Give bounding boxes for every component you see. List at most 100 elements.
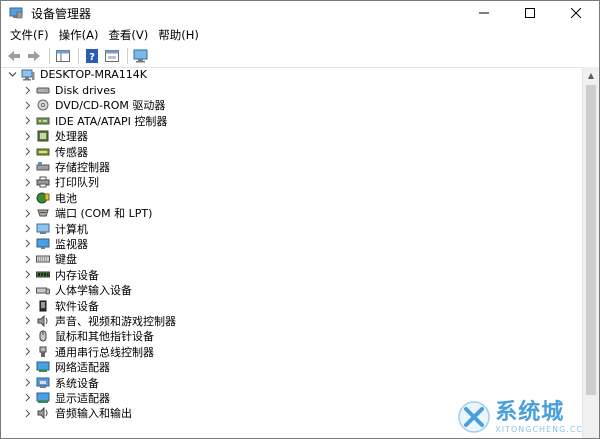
tree-item[interactable]: 监视器 bbox=[1, 236, 583, 251]
scroll-up-icon[interactable]: ▲ bbox=[583, 67, 599, 83]
disk-drive-icon bbox=[36, 84, 50, 96]
tree-item-label: 端口 (COM 和 LPT) bbox=[55, 207, 153, 221]
chevron-right-icon[interactable] bbox=[22, 162, 32, 172]
help-icon: ? bbox=[86, 49, 98, 63]
title-bar[interactable]: 设备管理器 bbox=[1, 1, 599, 25]
tree-item[interactable]: 传感器 bbox=[1, 144, 583, 159]
menu-help[interactable]: 帮助(H) bbox=[153, 25, 204, 45]
usb-icon bbox=[36, 346, 50, 358]
system-device-icon bbox=[36, 377, 50, 389]
scan-hardware-icon bbox=[133, 49, 148, 63]
chevron-right-icon[interactable] bbox=[22, 378, 32, 388]
memory-icon bbox=[36, 269, 50, 281]
device-manager-window: 设备管理器 文件(F) 操作(A) 查看(V) 帮助(H) ? DESKTOP-… bbox=[0, 0, 600, 439]
vertical-scrollbar[interactable]: ▲ bbox=[582, 67, 599, 438]
menu-file[interactable]: 文件(F) bbox=[5, 25, 54, 45]
tree-item[interactable]: 端口 (COM 和 LPT) bbox=[1, 206, 583, 221]
watermark-en: XITONGCHENG.CC bbox=[495, 424, 583, 434]
close-button[interactable] bbox=[553, 1, 599, 25]
chevron-right-icon[interactable] bbox=[22, 285, 32, 295]
tree-item[interactable]: 内存设备 bbox=[1, 267, 583, 282]
tree-item[interactable]: 电池 bbox=[1, 190, 583, 205]
chevron-right-icon[interactable] bbox=[22, 224, 32, 234]
properties-button[interactable] bbox=[103, 47, 121, 65]
properties-icon bbox=[105, 50, 119, 62]
tree-item[interactable]: 处理器 bbox=[1, 129, 583, 144]
tree-item-label: 网络适配器 bbox=[55, 361, 110, 375]
sensor-icon bbox=[36, 146, 50, 158]
chevron-right-icon[interactable] bbox=[22, 116, 32, 126]
tree-item-label: 系统设备 bbox=[55, 376, 99, 390]
menu-view[interactable]: 查看(V) bbox=[103, 25, 153, 45]
tree-item-label: 计算机 bbox=[55, 222, 88, 236]
scan-hardware-button[interactable] bbox=[132, 47, 150, 65]
scrollbar-thumb[interactable] bbox=[586, 85, 596, 395]
chevron-right-icon[interactable] bbox=[22, 347, 32, 357]
tree-item-label: 内存设备 bbox=[55, 268, 99, 282]
chevron-right-icon[interactable] bbox=[22, 177, 32, 187]
minimize-icon bbox=[479, 12, 489, 14]
chevron-right-icon[interactable] bbox=[22, 239, 32, 249]
device-tree: DESKTOP-MRA114K Disk drives DVD/CD-ROM 驱… bbox=[1, 67, 583, 438]
tree-item[interactable]: IDE ATA/ATAPI 控制器 bbox=[1, 113, 583, 128]
chevron-down-icon[interactable] bbox=[7, 70, 17, 80]
show-hide-console-tree-button[interactable] bbox=[54, 47, 72, 65]
keyboard-icon bbox=[36, 253, 50, 265]
close-icon bbox=[571, 8, 581, 18]
help-button[interactable]: ? bbox=[83, 47, 101, 65]
tree-item[interactable]: 系统设备 bbox=[1, 375, 583, 390]
chevron-right-icon[interactable] bbox=[22, 85, 32, 95]
tree-item[interactable]: 存储控制器 bbox=[1, 159, 583, 174]
tree-item-label: 打印队列 bbox=[55, 176, 99, 190]
tree-item-label: 声音、视频和游戏控制器 bbox=[55, 314, 176, 328]
chevron-right-icon[interactable] bbox=[22, 147, 32, 157]
tree-item-label: 鼠标和其他指针设备 bbox=[55, 330, 154, 344]
chevron-right-icon[interactable] bbox=[22, 331, 32, 341]
chevron-right-icon[interactable] bbox=[22, 254, 32, 264]
tree-item-label: 电池 bbox=[55, 191, 77, 205]
dvd-drive-icon bbox=[36, 99, 50, 111]
tree-item-label: 处理器 bbox=[55, 130, 88, 144]
tree-root-label: DESKTOP-MRA114K bbox=[40, 68, 147, 82]
printer-icon bbox=[36, 176, 50, 188]
maximize-button[interactable] bbox=[507, 1, 553, 25]
tree-item[interactable]: 人体学输入设备 bbox=[1, 282, 583, 297]
tree-item-label: Disk drives bbox=[55, 83, 116, 97]
chevron-right-icon[interactable] bbox=[22, 270, 32, 280]
chevron-right-icon[interactable] bbox=[22, 301, 32, 311]
network-adapter-icon bbox=[36, 361, 50, 373]
tree-item-label: 存储控制器 bbox=[55, 161, 110, 175]
chevron-right-icon[interactable] bbox=[22, 316, 32, 326]
device-manager-app-icon bbox=[9, 7, 23, 19]
tree-item[interactable]: DVD/CD-ROM 驱动器 bbox=[1, 98, 583, 113]
tree-item[interactable]: 计算机 bbox=[1, 221, 583, 236]
chevron-right-icon[interactable] bbox=[22, 100, 32, 110]
tree-item-label: 软件设备 bbox=[55, 299, 99, 313]
tree-item[interactable]: Disk drives bbox=[1, 82, 583, 97]
x-logo-icon bbox=[458, 401, 490, 433]
display-adapter-icon bbox=[36, 392, 50, 404]
tree-item[interactable]: 软件设备 bbox=[1, 298, 583, 313]
computer-icon bbox=[21, 69, 35, 81]
tree-item[interactable]: 打印队列 bbox=[1, 175, 583, 190]
back-button[interactable] bbox=[5, 47, 23, 65]
chevron-right-icon[interactable] bbox=[22, 408, 32, 418]
tree-item[interactable]: 通用串行总线控制器 bbox=[1, 344, 583, 359]
forward-button[interactable] bbox=[25, 47, 43, 65]
tree-item[interactable]: 鼠标和其他指针设备 bbox=[1, 329, 583, 344]
menu-action[interactable]: 操作(A) bbox=[54, 25, 104, 45]
tree-item[interactable]: 网络适配器 bbox=[1, 359, 583, 374]
tree-root[interactable]: DESKTOP-MRA114K bbox=[1, 67, 583, 82]
mouse-icon bbox=[36, 330, 50, 342]
chevron-right-icon[interactable] bbox=[22, 208, 32, 218]
tree-item-label: 键盘 bbox=[55, 253, 77, 267]
chevron-right-icon[interactable] bbox=[22, 393, 32, 403]
software-device-icon bbox=[36, 300, 50, 312]
chevron-right-icon[interactable] bbox=[22, 362, 32, 372]
tree-item[interactable]: 键盘 bbox=[1, 252, 583, 267]
minimize-button[interactable] bbox=[461, 1, 507, 25]
window-title: 设备管理器 bbox=[31, 6, 92, 21]
tree-item[interactable]: 声音、视频和游戏控制器 bbox=[1, 313, 583, 328]
chevron-right-icon[interactable] bbox=[22, 131, 32, 141]
chevron-right-icon[interactable] bbox=[22, 193, 32, 203]
